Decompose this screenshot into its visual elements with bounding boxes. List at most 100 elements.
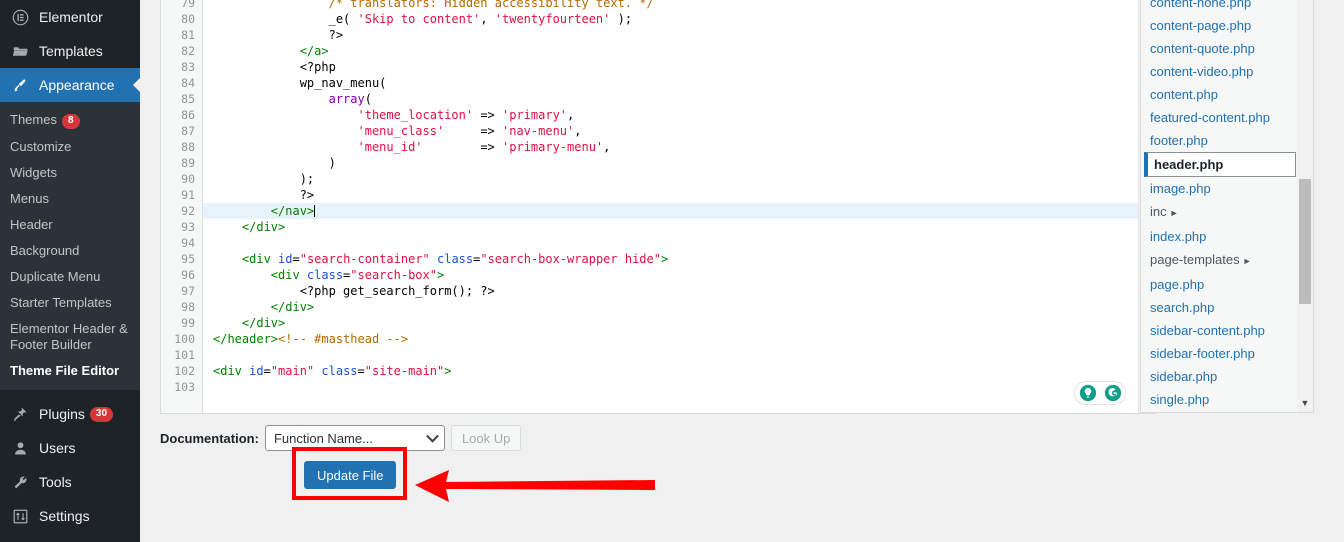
submenu-item-header[interactable]: Header	[0, 212, 140, 238]
line-number: 97	[181, 284, 195, 298]
file-list-item[interactable]: content-none.php	[1141, 0, 1299, 14]
code-line[interactable]: ?>	[203, 27, 1154, 43]
text-cursor	[314, 205, 316, 217]
code-token: </div>	[213, 220, 286, 234]
code-line[interactable]: <?php	[203, 59, 1154, 75]
file-list-item[interactable]: search.php	[1141, 296, 1299, 319]
file-list-item[interactable]: content-quote.php	[1141, 37, 1299, 60]
grammarly-widget[interactable]	[1074, 381, 1126, 405]
file-list-item[interactable]: content-video.php	[1141, 60, 1299, 83]
code-line[interactable]: _e( 'Skip to content', 'twentyfourteen' …	[203, 11, 1154, 27]
code-area[interactable]: /* translators: Hidden accessibility tex…	[203, 0, 1154, 413]
code-line[interactable]	[203, 235, 1154, 251]
code-line[interactable]: </div>	[203, 219, 1154, 235]
file-list-item[interactable]: content-page.php	[1141, 14, 1299, 37]
code-line[interactable]: 'theme_location' => 'primary',	[203, 107, 1154, 123]
line-number: 93	[181, 220, 195, 234]
code-line[interactable]: </div>	[203, 315, 1154, 331]
sidebar-item-label: Tools	[39, 474, 72, 490]
submenu-item-theme-file-editor[interactable]: Theme File Editor	[0, 358, 140, 384]
line-number: 81	[181, 28, 195, 42]
sidebar-item-elementor[interactable]: Elementor	[0, 0, 140, 34]
code-line[interactable]: ?>	[203, 187, 1154, 203]
code-token: "main"	[270, 364, 315, 378]
look-up-button[interactable]: Look Up	[450, 425, 522, 451]
update-file-button[interactable]: Update File	[304, 461, 397, 489]
code-token: </a>	[213, 44, 329, 58]
code-token: =>	[444, 124, 502, 138]
sidebar-item-settings[interactable]: Settings	[0, 499, 140, 533]
lightbulb-icon[interactable]	[1079, 384, 1097, 402]
code-line[interactable]	[203, 347, 1154, 363]
code-line[interactable]: <?php get_search_form(); ?>	[203, 283, 1154, 299]
code-token: 'menu_id'	[357, 140, 423, 154]
line-number: 99	[181, 316, 195, 330]
theme-file-code-editor[interactable]: 79 80 81 82 83 84 85 86 87 88 89 90 91 92 93 94 95 96 97 98…	[160, 0, 1155, 414]
sidebar-item-templates[interactable]: Templates	[0, 34, 140, 68]
code-token: id	[249, 364, 264, 378]
code-line[interactable]: wp_nav_menu(	[203, 75, 1154, 91]
code-line[interactable]: array(	[203, 91, 1154, 107]
file-list-item[interactable]: page.php	[1141, 273, 1299, 296]
code-line[interactable]: <div class="search-box">	[203, 267, 1154, 283]
code-line[interactable]: </nav>	[203, 203, 1154, 219]
sidebar-item-users[interactable]: Users	[0, 431, 140, 465]
file-list-item[interactable]: footer.php	[1141, 129, 1299, 152]
paintbrush-icon	[10, 75, 30, 95]
submenu-item-menus[interactable]: Menus	[0, 186, 140, 212]
file-list-item[interactable]: sidebar-footer.php	[1141, 342, 1299, 365]
code-line[interactable]	[203, 379, 1154, 395]
submenu-item-background[interactable]: Background	[0, 238, 140, 264]
file-name: inc	[1150, 204, 1167, 219]
file-list-item[interactable]: content.php	[1141, 83, 1299, 106]
file-list-scroll-down-arrow[interactable]: ▼	[1297, 396, 1313, 410]
code-token: id	[278, 252, 293, 266]
submenu-item-customize[interactable]: Customize	[0, 134, 140, 160]
code-line[interactable]: /* translators: Hidden accessibility tex…	[203, 0, 1154, 11]
submenu-item-starter-templates[interactable]: Starter Templates	[0, 290, 140, 316]
file-list-item[interactable]: featured-content.php	[1141, 106, 1299, 129]
file-list-scrollbar[interactable]: ▼	[1297, 0, 1313, 412]
code-line[interactable]: </a>	[203, 43, 1154, 59]
submenu-item-duplicate-menu[interactable]: Duplicate Menu	[0, 264, 140, 290]
file-name: content-page.php	[1150, 18, 1252, 33]
sidebar-item-label: Elementor	[39, 9, 103, 25]
file-list-item[interactable]: sidebar.php	[1141, 365, 1299, 388]
code-token: ,	[480, 12, 495, 26]
code-line[interactable]: </div>	[203, 299, 1154, 315]
code-token: "search-container"	[299, 252, 430, 266]
sidebar-item-tools[interactable]: Tools	[0, 465, 140, 499]
file-list-scrollbar-thumb[interactable]	[1299, 179, 1311, 304]
file-list-folder[interactable]: inc ►	[1141, 200, 1299, 225]
submenu-item-themes[interactable]: Themes 8	[0, 107, 140, 134]
sidebar-item-plugins[interactable]: Plugins 30	[0, 397, 140, 431]
submenu-item-elementor-header-footer-builder[interactable]: Elementor Header & Footer Builder	[0, 316, 140, 358]
code-line[interactable]: </header><!-- #masthead -->	[203, 331, 1154, 347]
file-list-folder[interactable]: page-templates ►	[1141, 248, 1299, 273]
code-line[interactable]: )	[203, 155, 1154, 171]
code-line[interactable]: <div id="main" class="site-main">	[203, 363, 1154, 379]
file-list-item[interactable]: index.php	[1141, 225, 1299, 248]
documentation-function-select[interactable]: Function Name...	[264, 425, 445, 451]
line-number-gutter: 79 80 81 82 83 84 85 86 87 88 89 90 91 92 93 94 95 96 97 98…	[161, 0, 203, 413]
sidebar-item-appearance[interactable]: Appearance	[0, 68, 140, 102]
file-list-item[interactable]: single.php	[1141, 388, 1299, 411]
file-list-item[interactable]: image.php	[1141, 177, 1299, 200]
code-line[interactable]: 'menu_id' => 'primary-menu',	[203, 139, 1154, 155]
code-token: ?>	[213, 28, 344, 42]
admin-sidebar: Elementor Templates Appearance Themes 8 …	[0, 0, 140, 542]
sidebar-item-label: Users	[39, 440, 76, 456]
submenu-item-widgets[interactable]: Widgets	[0, 160, 140, 186]
code-line[interactable]: <div id="search-container" class="search…	[203, 251, 1154, 267]
code-line[interactable]: );	[203, 171, 1154, 187]
file-list-item[interactable]: sidebar-content.php	[1141, 319, 1299, 342]
code-line[interactable]: 'menu_class' => 'nav-menu',	[203, 123, 1154, 139]
grammarly-g-icon[interactable]	[1104, 384, 1122, 402]
theme-file-list[interactable]: content-none.php content-page.php content-…	[1140, 0, 1314, 413]
wrench-icon	[10, 472, 30, 492]
file-name: image.php	[1150, 181, 1211, 196]
file-list-item[interactable]: header.php	[1144, 152, 1296, 177]
code-token: 'nav-menu'	[502, 124, 575, 138]
